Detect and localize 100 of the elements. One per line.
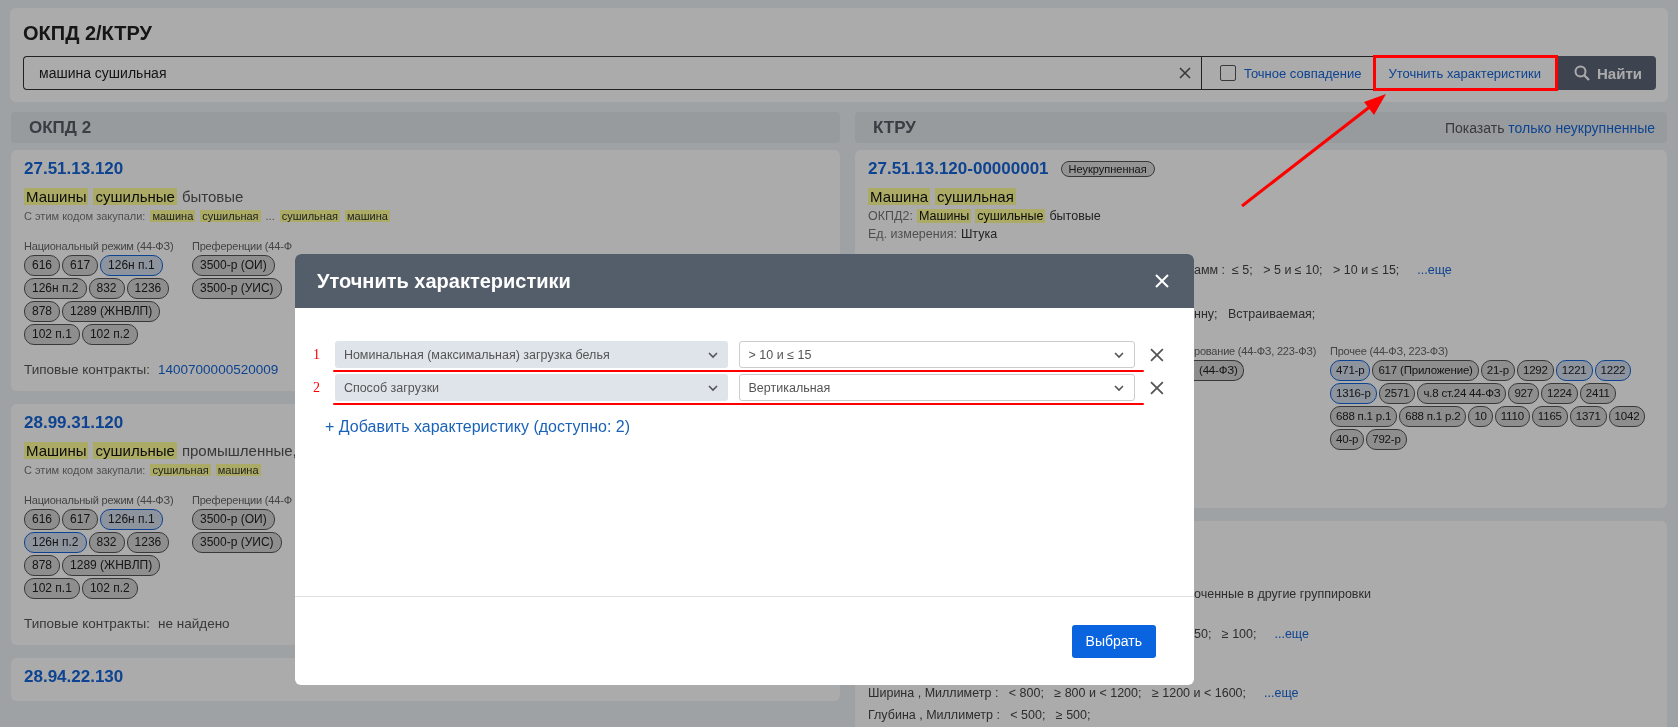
tag-chip: 3500-р (ОИ) [192,509,275,530]
highlighted-term: машина [215,464,261,476]
tag-chip: 617 (Приложение) [1372,360,1479,381]
select-button[interactable]: Выбрать [1071,624,1156,658]
section-title: ОКПД 2 [29,117,92,138]
tag-chip: 102 п.1 [24,324,80,345]
tag-chip: 126н п.2 [24,278,87,299]
tag-chip: 1316-р [1330,383,1377,404]
more-link[interactable]: ...еще [1417,263,1452,277]
tag-chip: 2411 [1579,383,1616,404]
remove-icon[interactable] [1150,380,1164,395]
chevron-icon [1113,350,1126,359]
tag-chip: 1289 (ЖНВЛП) [62,555,161,576]
highlighted-term: машина [345,210,390,222]
section-title: КТРУ [873,117,916,138]
checkbox[interactable] [1219,65,1236,81]
tag-chip: 10 [1468,406,1493,427]
code-link[interactable]: 28.94.22.130 [24,667,124,686]
highlighted-term: Машины [24,442,89,459]
tag-chip: 832 [88,278,125,299]
remove-icon[interactable] [1150,347,1164,362]
unit-value: Штука [960,227,998,241]
more-link[interactable]: ...еще [1264,686,1299,700]
highlighted-term: машина [150,210,196,222]
tag-chip: 1165 [1531,406,1568,427]
code-link[interactable]: 28.99.31.120 [24,413,124,432]
filter-label: Показать [1444,119,1505,136]
clear-icon[interactable] [1178,67,1191,79]
tag-chip: 688 п.1 р.1 [1330,406,1398,427]
property-select[interactable]: Способ загрузки [334,374,728,401]
tag-chip: 1292 [1516,360,1554,381]
close-icon[interactable] [1154,273,1170,289]
tag-chip: ч.8 ст.24 44-ФЗ [1417,383,1507,404]
highlighted-term: сушильные [93,442,177,459]
find-button[interactable]: Найти [1558,56,1656,90]
tag-chip: 878 [24,301,61,322]
tag-chip: 1236 [126,278,170,299]
title-text: промышленные, [181,442,297,459]
tag-chip: 1042 [1608,406,1646,427]
tag-chip: 2571 [1378,383,1416,404]
chevron-icon [1113,383,1126,392]
tag-chip: 616 [24,509,61,530]
group-label: Национальный режим (44-ФЗ) [24,494,175,506]
contracts-label: Типовые контракты: [24,616,151,631]
tag-chip: 126н п.1 [100,255,163,276]
title-text: бытовые [181,188,244,205]
value-select[interactable]: > 10 и ≤ 15 [738,341,1136,368]
purchased-label: С этим кодом закупали: [24,210,146,222]
tag-chip: 927 [1508,383,1539,404]
group-label: Преференции (44-Ф [192,494,293,506]
group-label: Преференции (44-Ф [192,240,293,252]
okpd-label: ОКПД2: [868,209,913,223]
tag-chip: 40-р [1330,429,1365,450]
status-badge: Неукрупненная [1060,161,1155,177]
tag-chip: 1222 [1594,360,1632,381]
tag-chip: 3500-р (УИС) [192,532,282,553]
characteristic-text: Глубина , Миллиметр : < 500; ≥ 500; [868,708,1091,722]
group-label: рование (44-ФЗ, 223-ФЗ) [1194,345,1318,357]
value-select[interactable]: Вертикальная [738,374,1136,401]
contract-link[interactable]: 1400700000520009 [158,362,279,377]
tag-chip: 102 п.2 [81,578,138,599]
more-link[interactable]: ...еще [1274,627,1309,641]
tag-chip: 1221 [1555,360,1593,381]
dialog-title: Уточнить характеристики [317,269,571,293]
filter-link[interactable]: только неукрупненные [1508,119,1655,136]
characteristic-text: 50; ≥ 100; [1194,627,1257,641]
tag-chip: 1110 [1494,406,1530,427]
characteristic-text: оченные в другие группировки [1194,587,1371,601]
tag-chip: 1371 [1569,406,1607,427]
tag-chip: 471-р [1330,360,1371,381]
add-characteristic-link[interactable]: + Добавить характеристику (доступно: 2) [325,418,630,436]
ellipsis-text: ... [265,210,275,222]
highlighted-term: сушильные [93,188,177,205]
tag-chip: (44-ФЗ) [1194,360,1244,381]
code-link[interactable]: 27.51.13.120-00000001 [868,159,1049,179]
tag-chip: 102 п.2 [81,324,138,345]
highlighted-term: сушильная [200,210,261,222]
property-select[interactable]: Номинальная (максимальная) загрузка белья [334,341,728,368]
tag-chip: 1289 (ЖНВЛП) [62,301,161,322]
code-link[interactable]: 27.51.13.120 [24,159,124,178]
tag-chip: 3500-р (УИС) [192,278,282,299]
purchased-label: С этим кодом закупали: [24,464,146,476]
highlighted-term: сушильная [935,188,1016,205]
highlighted-term: сушильная [279,210,340,222]
tag-chip: 616 [24,255,61,276]
okpd-text: бытовые [1049,209,1101,223]
group-label: Национальный режим (44-ФЗ) [24,240,175,252]
tag-chip: 126н п.1 [100,509,163,530]
tag-chip: 21-р [1480,360,1515,381]
tag-chip: 688 п.1 р.2 [1399,406,1467,427]
tag-chip: 1236 [126,532,170,553]
tag-chip: 126н п.2 [24,532,87,553]
chevron-icon [706,350,719,359]
search-field[interactable]: машина сушильная [23,56,1201,90]
tag-chip: 792-р [1366,429,1407,450]
chevron-icon [706,383,719,392]
highlighted-term: Машины [916,209,972,223]
characteristic-text: Ширина , Миллиметр : < 800; ≥ 800 и < 1200; ≥ 1200 и < 1600; [868,686,1246,700]
highlighted-term: Машины [24,188,89,205]
tag-chip: 617 [62,509,99,530]
